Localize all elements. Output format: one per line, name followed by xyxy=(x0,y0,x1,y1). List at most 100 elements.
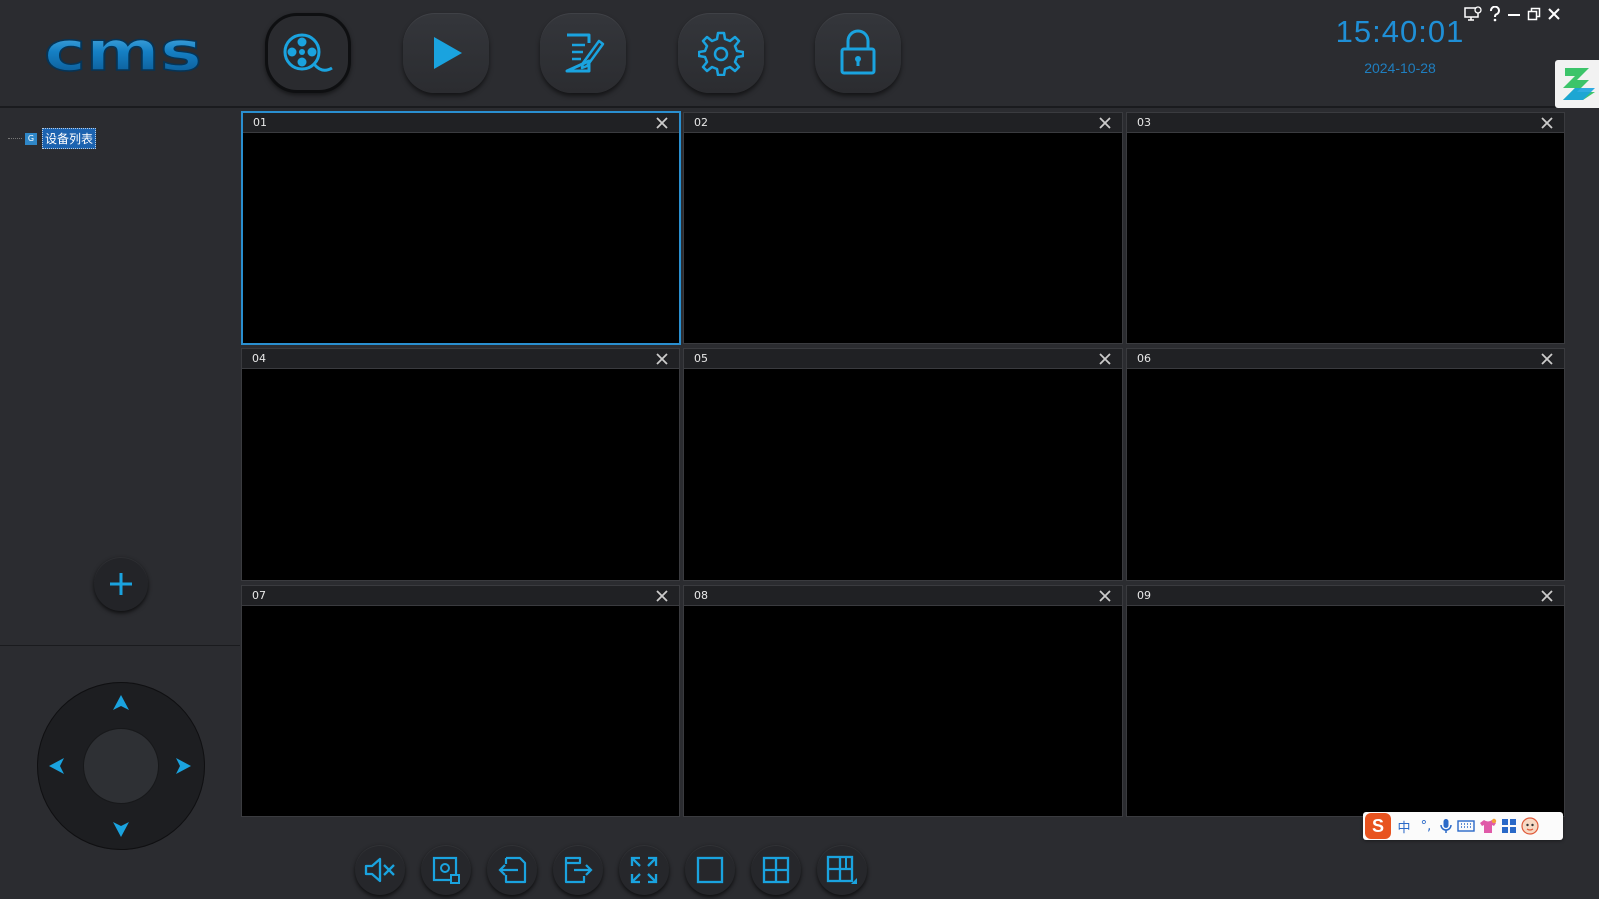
floating-app-badge[interactable] xyxy=(1555,60,1599,108)
grid-apps-icon[interactable] xyxy=(1501,818,1517,834)
layout-custom-icon xyxy=(826,855,857,884)
bottom-toolbar xyxy=(244,837,1599,899)
sogou-logo-icon[interactable]: S xyxy=(1365,813,1391,839)
snapshot-icon xyxy=(432,856,460,884)
fullscreen-icon xyxy=(630,856,658,884)
cms-logo: cms xyxy=(44,32,203,76)
minimize-button[interactable] xyxy=(1504,5,1524,23)
microphone-icon[interactable] xyxy=(1439,818,1453,834)
cell-label: 08 xyxy=(694,589,708,602)
tree-connector xyxy=(8,138,22,139)
video-grid: 01 02 03 04 05 06 07 08 09 xyxy=(241,111,1599,837)
mascot-avatar-icon[interactable] xyxy=(1521,817,1539,835)
arrow-up-icon[interactable] xyxy=(111,694,131,712)
fullscreen-button[interactable] xyxy=(619,845,669,895)
restore-button[interactable] xyxy=(1524,5,1544,23)
ptz-center-button[interactable] xyxy=(84,729,158,803)
device-panel: G 设备列表 xyxy=(0,110,240,899)
video-cell-06[interactable]: 06 xyxy=(1126,348,1565,581)
film-reel-icon xyxy=(283,33,333,72)
cell-header: 08 xyxy=(684,586,1122,606)
cell-label: 04 xyxy=(252,352,266,365)
close-icon[interactable] xyxy=(1540,589,1554,603)
nav-log-button[interactable] xyxy=(540,13,626,93)
layout-4-button[interactable] xyxy=(751,845,801,895)
video-cell-01[interactable]: 01 xyxy=(241,111,681,345)
padlock-icon xyxy=(840,29,876,75)
gear-icon xyxy=(698,31,744,76)
layout-1-icon xyxy=(696,856,724,884)
video-cell-02[interactable]: 02 xyxy=(683,112,1123,344)
close-icon[interactable] xyxy=(655,116,669,130)
cell-label: 06 xyxy=(1137,352,1151,365)
layout-4-icon xyxy=(762,856,790,884)
layout-custom-button[interactable] xyxy=(817,845,867,895)
device-list-label[interactable]: 设备列表 xyxy=(42,128,97,149)
cell-header: 02 xyxy=(684,113,1122,133)
nav-preview-button[interactable] xyxy=(265,13,351,93)
play-icon xyxy=(434,37,462,69)
arrow-down-icon[interactable] xyxy=(111,820,131,838)
cell-label: 01 xyxy=(253,116,267,129)
video-cell-07[interactable]: 07 xyxy=(241,585,680,817)
video-cell-04[interactable]: 04 xyxy=(241,348,680,581)
help-button[interactable] xyxy=(1485,5,1505,23)
green-chevron-logo-icon xyxy=(1563,68,1595,100)
video-cell-03[interactable]: 03 xyxy=(1126,112,1565,344)
group-icon: G xyxy=(25,132,37,145)
video-cell-09[interactable]: 09 xyxy=(1126,585,1565,817)
snapshot-button[interactable] xyxy=(421,845,471,895)
close-icon[interactable] xyxy=(1098,116,1112,130)
nav-settings-button[interactable] xyxy=(678,13,764,93)
ime-punct-toggle[interactable]: °, xyxy=(1417,819,1435,834)
close-icon[interactable] xyxy=(655,352,669,366)
close-icon xyxy=(1548,8,1560,20)
arrow-left-icon[interactable] xyxy=(48,756,66,776)
minimize-icon xyxy=(1508,14,1520,16)
close-icon[interactable] xyxy=(1098,352,1112,366)
svg-text:cms: cms xyxy=(44,32,202,76)
export-button[interactable] xyxy=(553,845,603,895)
export-icon xyxy=(564,856,593,884)
plus-icon xyxy=(110,573,132,595)
add-device-button[interactable] xyxy=(94,557,148,611)
cell-header: 04 xyxy=(242,349,679,369)
cell-label: 03 xyxy=(1137,116,1151,129)
document-edit-icon xyxy=(565,33,605,73)
ime-toolbar[interactable]: S 中 °, xyxy=(1363,812,1563,840)
clock-time: 15:40:01 xyxy=(1335,14,1465,49)
cell-label: 07 xyxy=(252,589,266,602)
cell-header: 06 xyxy=(1127,349,1564,369)
ptz-control xyxy=(37,682,205,850)
close-window-button[interactable] xyxy=(1544,5,1564,23)
arrow-right-icon[interactable] xyxy=(174,756,192,776)
import-button[interactable] xyxy=(487,845,537,895)
device-tree-root[interactable]: G 设备列表 xyxy=(8,128,97,149)
layout-1-button[interactable] xyxy=(685,845,735,895)
close-icon[interactable] xyxy=(1540,352,1554,366)
cell-label: 09 xyxy=(1137,589,1151,602)
cell-header: 05 xyxy=(684,349,1122,369)
clock-date: 2024-10-28 xyxy=(1364,60,1436,76)
help-icon xyxy=(1490,6,1500,22)
close-icon[interactable] xyxy=(1540,116,1554,130)
nav-lock-button[interactable] xyxy=(815,13,901,93)
cell-header: 09 xyxy=(1127,586,1564,606)
video-cell-05[interactable]: 05 xyxy=(683,348,1123,581)
video-cell-08[interactable]: 08 xyxy=(683,585,1123,817)
keyboard-icon[interactable] xyxy=(1457,819,1475,833)
close-icon[interactable] xyxy=(1098,589,1112,603)
cell-header: 03 xyxy=(1127,113,1564,133)
restore-icon xyxy=(1527,7,1541,21)
close-icon[interactable] xyxy=(655,589,669,603)
mute-button[interactable] xyxy=(355,845,405,895)
nav-playback-button[interactable] xyxy=(403,13,489,93)
cell-header: 01 xyxy=(243,113,679,133)
panel-divider xyxy=(0,645,240,646)
skin-shirt-icon[interactable] xyxy=(1479,818,1497,834)
ime-language-toggle[interactable]: 中 xyxy=(1395,817,1413,836)
monitor-settings-icon xyxy=(1464,6,1482,21)
cell-label: 02 xyxy=(694,116,708,129)
monitor-settings-button[interactable] xyxy=(1463,5,1483,23)
import-icon xyxy=(498,856,527,884)
